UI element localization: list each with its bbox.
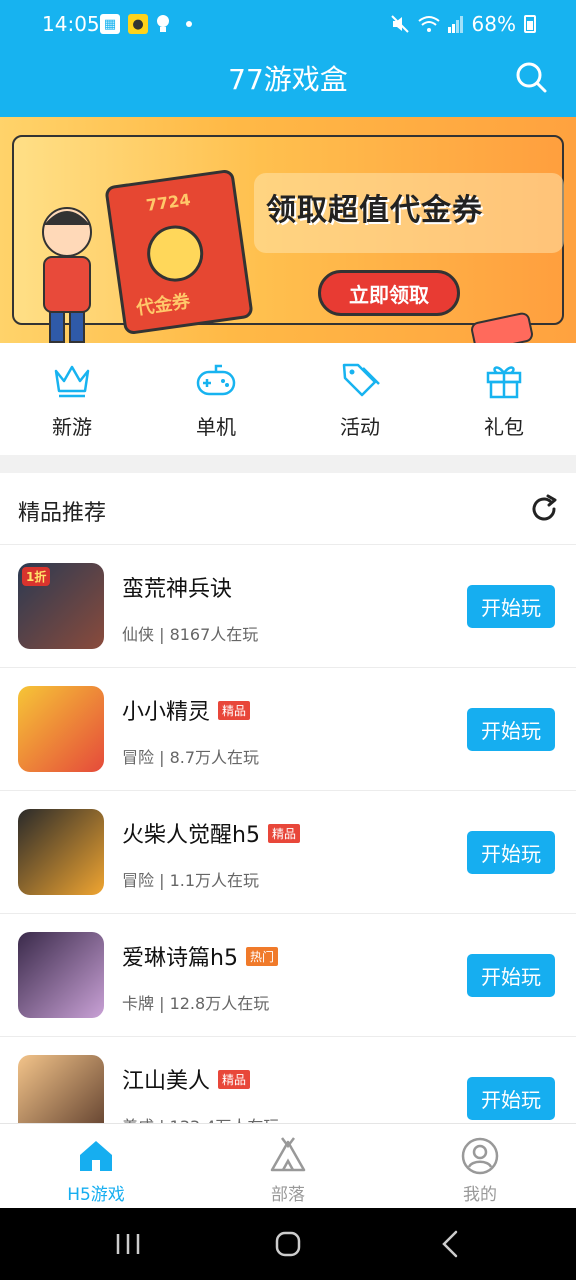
game-row[interactable]: 爱琳诗篇h5 热门 卡牌 | 12.8万人在玩 开始玩 (0, 914, 576, 1037)
home-button-icon[interactable] (268, 1228, 308, 1260)
category-label: 活动 (340, 415, 380, 439)
wifi-icon (417, 16, 440, 32)
bottom-nav: H5游戏 部落 我的 (0, 1123, 576, 1208)
nav-label: 我的 (463, 1185, 497, 1205)
search-icon[interactable] (514, 60, 548, 94)
category-label: 礼包 (484, 415, 524, 439)
game-name: 小小精灵 (122, 700, 211, 725)
game-icon (18, 686, 104, 772)
coin-illustration (143, 221, 207, 286)
app-notification-icon: ● (128, 14, 148, 34)
play-button[interactable]: 开始玩 (467, 1077, 555, 1120)
back-icon[interactable] (430, 1228, 470, 1260)
category-label: 新游 (52, 415, 92, 439)
play-button[interactable]: 开始玩 (467, 831, 555, 874)
game-meta: 仙侠 | 8167人在玩 (122, 625, 259, 644)
game-name: 爱琳诗篇h5 (122, 946, 238, 971)
cartoon-figure-illustration (42, 207, 92, 343)
envelope-number: 7724 (144, 190, 192, 216)
category-new-games[interactable]: 新游 (0, 343, 144, 455)
notification-icons: ▦ ● (100, 14, 192, 34)
game-row[interactable]: 江山美人精品 养成 | 133.4万人在玩 开始玩 (0, 1037, 576, 1123)
category-gift-packs[interactable]: 礼包 (432, 343, 576, 455)
claim-button[interactable]: 立即领取 (318, 270, 460, 316)
nav-mine[interactable]: 我的 (384, 1124, 576, 1208)
game-title-wrap: 小小精灵 精品 (122, 694, 251, 726)
app-title: 77游戏盒 (228, 63, 348, 96)
game-meta: 养成 | 133.4万人在玩 (122, 1113, 279, 1123)
gamepad-icon (196, 364, 236, 396)
game-row[interactable]: 火柴人觉醒h5 精品 冒险 | 1.1万人在玩 开始玩 (0, 791, 576, 914)
battery-percent: 68% (471, 12, 516, 36)
category-events[interactable]: 活动 (288, 343, 432, 455)
game-tag: 热门 (245, 946, 278, 966)
nav-h5-games[interactable]: H5游戏 (0, 1124, 192, 1208)
nav-tribe[interactable]: 部落 (192, 1124, 384, 1208)
battery-icon (524, 15, 536, 33)
banner-frame: 领取超值代金券 立即领取 7724 代金券 (12, 135, 564, 343)
category-single-player[interactable]: 单机 (144, 343, 288, 455)
game-title-wrap: 火柴人觉醒h5 精品 (122, 817, 300, 849)
mute-icon (390, 15, 409, 33)
game-title-wrap: 江山美人 精品 (122, 1063, 251, 1095)
envelope-label: 代金券 (135, 291, 192, 320)
section-divider (0, 455, 576, 473)
banner-headline: 领取超值代金券 (266, 193, 483, 228)
game-name: 火柴人觉醒h5 (122, 823, 260, 848)
game-row[interactable]: 1折 蛮荒神兵诀 仙侠 | 8167人在玩 开始玩 (0, 545, 576, 668)
nav-label: H5游戏 (67, 1185, 125, 1205)
gift-icon (486, 366, 522, 399)
app-header: 14:05 ▦ ● 68% 77游戏盒 (0, 0, 576, 117)
gallery-notification-icon: ▦ (100, 14, 120, 34)
game-tag: 精品 (267, 823, 300, 843)
refresh-icon[interactable] (528, 493, 560, 525)
play-button[interactable]: 开始玩 (467, 585, 555, 628)
play-button[interactable]: 开始玩 (467, 954, 555, 997)
category-row: 新游 单机 活动 礼包 (0, 343, 576, 455)
recommended-header: 精品推荐 (0, 473, 576, 545)
user-icon (461, 1137, 499, 1175)
game-meta: 卡牌 | 12.8万人在玩 (122, 994, 270, 1013)
bulb-icon (157, 15, 169, 32)
tag-icon (342, 363, 380, 397)
play-button[interactable]: 开始玩 (467, 708, 555, 751)
game-row[interactable]: 小小精灵 精品 冒险 | 8.7万人在玩 开始玩 (0, 668, 576, 791)
status-time: 14:05 (42, 12, 100, 36)
game-list: 1折 蛮荒神兵诀 仙侠 | 8167人在玩 开始玩 小小精灵 精品 冒险 | 8.… (0, 545, 576, 1123)
signal-icon (447, 16, 463, 33)
discount-badge: 1折 (22, 567, 51, 586)
home-icon (80, 1141, 112, 1171)
crown-icon (54, 365, 90, 398)
status-right: 68% (390, 12, 536, 36)
game-icon (18, 809, 104, 895)
status-bar: 14:05 ▦ ● 68% (0, 0, 576, 48)
game-name: 蛮荒神兵诀 (122, 577, 233, 602)
promo-banner[interactable]: 领取超值代金券 立即领取 7724 代金券 (0, 117, 576, 343)
game-console-illustration (469, 311, 535, 343)
tent-icon (270, 1137, 306, 1172)
more-notifications-icon (186, 21, 192, 27)
nav-label: 部落 (271, 1185, 305, 1205)
game-name: 江山美人 (122, 1069, 211, 1094)
section-title: 精品推荐 (18, 501, 107, 526)
recent-apps-icon[interactable] (108, 1228, 148, 1260)
game-meta: 冒险 | 1.1万人在玩 (122, 871, 260, 890)
game-tag: 精品 (218, 700, 251, 720)
game-title-wrap: 爱琳诗篇h5 热门 (122, 940, 278, 972)
game-icon: 1折 (18, 563, 104, 649)
game-icon (18, 932, 104, 1018)
system-nav-bar (0, 1208, 576, 1280)
category-label: 单机 (196, 415, 236, 439)
game-icon (18, 1055, 104, 1123)
game-tag: 精品 (218, 1069, 251, 1089)
game-title-wrap: 蛮荒神兵诀 (122, 571, 232, 603)
game-meta: 冒险 | 8.7万人在玩 (122, 748, 260, 767)
red-envelope-illustration: 7724 代金券 (104, 168, 254, 336)
